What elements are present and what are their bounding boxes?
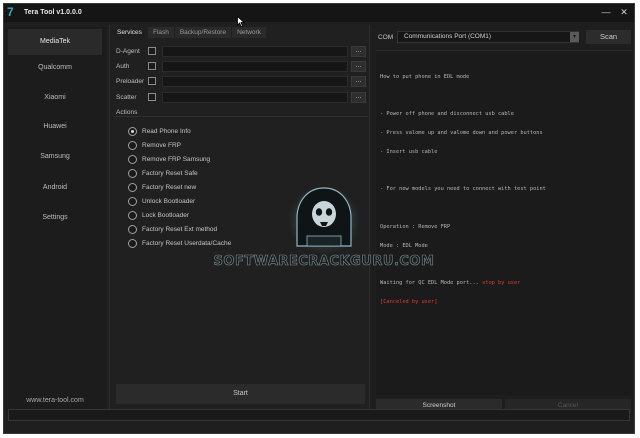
sidebar-item-mediatek[interactable]: MediaTek (8, 29, 102, 55)
log-spacer (380, 92, 628, 98)
radio-button[interactable] (128, 127, 137, 136)
radio-button[interactable] (128, 197, 137, 206)
radio-button[interactable] (128, 211, 137, 220)
tab-services[interactable]: Services (112, 27, 147, 38)
log-canceled-text: [Canceled by user] (380, 299, 438, 306)
service-label: Preloader (116, 78, 145, 85)
action-option[interactable]: Read Phone Info (128, 126, 328, 138)
scan-button[interactable]: Scan (586, 30, 631, 44)
chevron-down-icon[interactable]: ▾ (570, 32, 579, 42)
action-option[interactable]: Factory Reset Safe (128, 168, 328, 180)
com-port-select[interactable]: Communications Port (COM1) (397, 31, 579, 43)
log-waiting-text: Waiting for QC EDL Mode port... (380, 280, 483, 287)
d-agent-path-field[interactable] (162, 46, 348, 57)
sidebar-item-samsung[interactable]: Samsung (8, 144, 102, 170)
sidebar: MediaTek Qualcomm Xiaomi Huawei Samsung … (4, 27, 106, 415)
sidebar-item-xiaomi[interactable]: Xiaomi (8, 85, 102, 111)
progress-bar (8, 409, 630, 421)
radio-button[interactable] (128, 225, 137, 234)
preloader-browse-button[interactable]: ... (351, 76, 366, 87)
close-button[interactable]: ✕ (618, 7, 630, 18)
title-bar[interactable]: 7 Tera Tool v1.0.0.0 — ✕ (4, 4, 634, 22)
watermark-text: SOFTWARECRACKGURU.COM (213, 254, 435, 270)
log-line-waiting: Waiting for QC EDL Mode port... stop by … (380, 280, 628, 286)
log-line: - Power off phone and disconnect usb cab… (380, 111, 514, 118)
action-label: Remove FRP Samsung (142, 156, 211, 163)
radio-button[interactable] (128, 239, 137, 248)
service-row-d-agent: D-Agent ... (114, 46, 368, 57)
radio-button[interactable] (128, 155, 137, 164)
hacker-skull-logo-icon (288, 186, 360, 254)
service-row-auth: Auth ... (114, 61, 368, 72)
sidebar-item-qualcomm[interactable]: Qualcomm (8, 55, 102, 81)
auth-path-field[interactable] (162, 61, 348, 72)
service-label: Auth (116, 63, 130, 70)
service-row-scatter: Scatter ... (114, 92, 368, 103)
log-line: - Press valome up and valome down and po… (380, 129, 543, 136)
log-stop-text: stop by user (482, 280, 521, 287)
minimize-button[interactable]: — (600, 7, 612, 18)
tab-backup-restore[interactable]: Backup/Restore (174, 27, 232, 38)
scatter-checkbox[interactable] (148, 93, 156, 101)
d-agent-browse-button[interactable]: ... (351, 46, 366, 57)
watermark: SOFTWARECRACKGURU.COM (179, 180, 469, 270)
scatter-path-field[interactable] (162, 92, 348, 103)
scatter-browse-button[interactable]: ... (351, 92, 366, 103)
mouse-cursor-icon (237, 16, 245, 27)
actions-divider (114, 116, 368, 117)
d-agent-checkbox[interactable] (148, 47, 156, 55)
app-window: 7 Tera Tool v1.0.0.0 — ✕ MediaTek Qualco… (3, 3, 635, 434)
sidebar-item-android[interactable]: Android (8, 175, 102, 201)
service-label: D-Agent (116, 48, 140, 55)
action-option[interactable]: Remove FRP (128, 140, 328, 152)
radio-button[interactable] (128, 169, 137, 178)
log-line: How to put phone in EDL mode (380, 73, 470, 80)
log-line: - Insert usb cable (380, 148, 438, 155)
preloader-path-field[interactable] (162, 76, 348, 87)
radio-button[interactable] (128, 141, 137, 150)
actions-group-title: Actions (116, 109, 138, 116)
action-option[interactable]: Remove FRP Samsung (128, 154, 328, 166)
sidebar-item-settings[interactable]: Settings (8, 205, 102, 231)
tab-flash[interactable]: Flash (147, 27, 174, 38)
website-link[interactable]: www.tera-tool.com (4, 397, 106, 404)
sidebar-item-huawei[interactable]: Huawei (8, 114, 102, 140)
action-label: Factory Reset Safe (142, 170, 198, 177)
action-label: Remove FRP (142, 142, 182, 149)
radio-button[interactable] (128, 183, 137, 192)
tab-bar: Services Flash Backup/Restore Network (112, 27, 267, 38)
app-logo-icon: 7 (7, 5, 14, 19)
auth-checkbox[interactable] (148, 62, 156, 70)
log-spacer (380, 168, 628, 174)
auth-browse-button[interactable]: ... (351, 61, 366, 72)
window-title: Tera Tool v1.0.0.0 (24, 9, 82, 16)
com-label: COM (378, 34, 394, 41)
service-row-preloader: Preloader ... (114, 76, 368, 87)
start-button[interactable]: Start (116, 384, 365, 404)
service-label: Scatter (116, 94, 137, 101)
preloader-checkbox[interactable] (148, 77, 156, 85)
tab-network[interactable]: Network (232, 27, 266, 38)
action-label: Read Phone Info (142, 128, 191, 135)
